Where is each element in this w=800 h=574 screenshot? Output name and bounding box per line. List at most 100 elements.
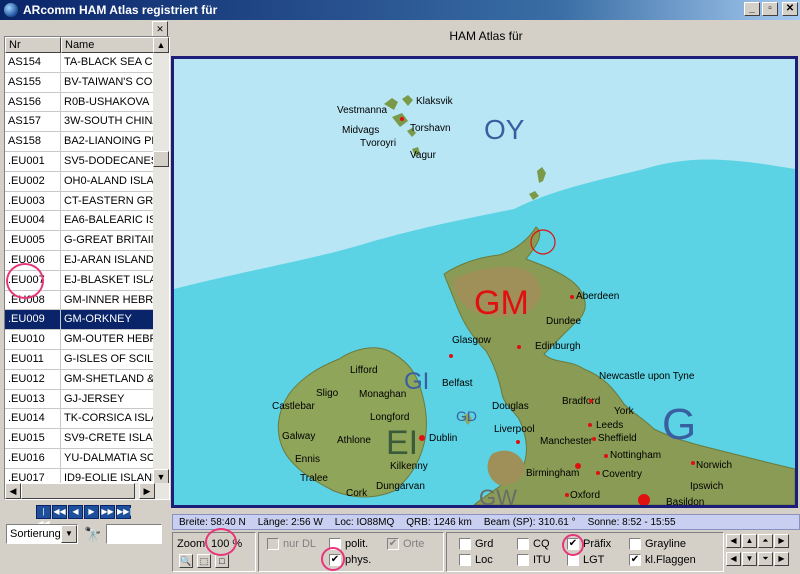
list-item-name: BV-TAIWAN'S CO	[64, 75, 153, 88]
checkbox-orte[interactable]: ✔ Orte	[387, 538, 424, 550]
map-title: HAM Atlas für	[449, 29, 523, 43]
nav-first-button[interactable]: |◀◀	[36, 505, 51, 528]
city-vagur: Vagur	[410, 150, 437, 161]
column-header-name[interactable]: Name	[61, 37, 155, 53]
pan-up-icon[interactable]: ▲	[742, 534, 757, 548]
checkbox-nur-dl[interactable]: nur DL	[267, 538, 316, 550]
city-midvags: Midvags	[342, 125, 379, 136]
checkbox-cq[interactable]: CQ	[517, 538, 550, 550]
city-bradford: Bradford	[562, 396, 600, 407]
list-item-name: G-ISLES OF SCILL	[64, 352, 155, 365]
horizontal-scrollbar[interactable]: ◀ ▶	[5, 483, 169, 499]
scroll-right-icon[interactable]: ▶	[139, 483, 155, 499]
pan-bottom-icon[interactable]: ⏷	[758, 552, 773, 566]
nav-next-button[interactable]: ▶	[84, 505, 99, 519]
horizontal-scroll-thumb[interactable]	[21, 483, 135, 499]
city-cork: Cork	[346, 488, 368, 499]
close-button[interactable]: ✕	[782, 2, 798, 16]
city-belfast: Belfast	[442, 378, 473, 389]
list-item-name: TA-BLACK SEA C	[64, 56, 153, 68]
checkbox-itu[interactable]: ITU	[517, 554, 551, 566]
checkbox-kl-flaggen[interactable]: ✔ kl.Flaggen	[629, 554, 696, 566]
list-item[interactable]: .EU016 YU-DALMATIA SC	[5, 448, 155, 469]
app-window: ARcomm HAM Atlas registriert für _ ▫ ✕ ✕…	[0, 0, 800, 574]
status-longitude: Länge: 2:56 W	[257, 516, 323, 528]
list-item[interactable]: .EU003 CT-EASTERN GRC	[5, 191, 155, 212]
list-item-name: R0B-USHAKOVA	[64, 95, 150, 108]
list-item[interactable]: .EU011 G-ISLES OF SCILL	[5, 349, 155, 370]
checkbox-lgt[interactable]: LGT	[567, 554, 604, 566]
checkbox-loc[interactable]: Loc	[459, 554, 493, 566]
vertical-scroll-thumb[interactable]	[153, 151, 169, 167]
city-douglas: Douglas	[492, 401, 529, 412]
checkbox-phys[interactable]: ✔ phys.	[329, 554, 371, 566]
zoom-rect-icon[interactable]: ⬚	[197, 554, 211, 568]
zoom-value[interactable]: 100 %	[211, 538, 242, 550]
minimize-button[interactable]: _	[744, 2, 760, 16]
list-item[interactable]: AS155 BV-TAIWAN'S CO	[5, 72, 155, 93]
city-longford: Longford	[370, 412, 409, 423]
overlay-group: Grd CQ ✔ Präfix Grayline Loc ITU LGT ✔ kl.…	[446, 532, 724, 572]
maximize-button[interactable]: ▫	[762, 2, 778, 16]
list-item[interactable]: .EU013 GJ-JERSEY	[5, 389, 155, 410]
pan-right-icon[interactable]: ▶	[774, 534, 789, 548]
zoom-magnifier-icon[interactable]: 🔍	[179, 554, 193, 568]
list-item-name: GM-SHETLAND &	[64, 372, 155, 385]
city-athlone: Athlone	[337, 435, 371, 446]
list-item[interactable]: .EU006 EJ-ARAN ISLANDS	[5, 250, 155, 271]
list-item[interactable]: AS156 R0B-USHAKOVA	[5, 92, 155, 113]
checkbox-polit[interactable]: polit.	[329, 538, 368, 550]
pan-down-icon[interactable]: ▼	[742, 552, 757, 566]
map-view[interactable]: OY GM GI EI GD G GW Vestmanna Klaksvik M…	[171, 56, 798, 508]
list-item-nr: .EU010	[5, 330, 61, 349]
list-item[interactable]: AS154 TA-BLACK SEA C	[5, 53, 155, 73]
sort-select[interactable]: Sortierung ▼	[6, 524, 78, 544]
checkbox-praefix[interactable]: ✔ Präfix	[567, 538, 611, 550]
map-canvas[interactable]: OY GM GI EI GD G GW Vestmanna Klaksvik M…	[174, 59, 795, 505]
pan-far-left-icon[interactable]: ◀	[726, 552, 741, 566]
list-item[interactable]: .EU002 OH0-ALAND ISLA	[5, 171, 155, 192]
list-item[interactable]: .EU001 SV5-DODECANES	[5, 151, 155, 172]
list-close-button[interactable]: ✕	[152, 21, 168, 37]
vertical-scrollbar[interactable]: ▲ ▼	[153, 37, 169, 485]
list-item-nr: .EU006	[5, 250, 61, 270]
pan-left-icon[interactable]: ◀	[726, 534, 741, 548]
list-item[interactable]: .EU014 TK-CORSICA ISLA	[5, 409, 155, 430]
checkbox-grayline[interactable]: Grayline	[629, 538, 686, 550]
list-item-name: SV5-DODECANES	[64, 154, 155, 167]
list-item[interactable]: .EU007 EJ-BLASKET ISLA	[5, 270, 155, 291]
search-input[interactable]	[106, 524, 162, 544]
title-bar: ARcomm HAM Atlas registriert für _ ▫ ✕	[0, 0, 800, 20]
nav-prev-button[interactable]: ◀	[68, 505, 83, 519]
list-item[interactable]: .EU015 SV9-CRETE ISLAN	[5, 429, 155, 449]
city-dundee: Dundee	[546, 316, 581, 327]
city-edinburgh: Edinburgh	[535, 341, 581, 352]
column-header-nr[interactable]: Nr	[5, 37, 61, 53]
list-item-nr: .EU002	[5, 171, 61, 191]
chevron-down-icon[interactable]: ▼	[61, 525, 77, 543]
list-item[interactable]: AS158 BA2-LIANOING PR	[5, 132, 155, 152]
list-item[interactable]: AS157 3W-SOUTH CHINA	[5, 112, 155, 133]
list-item[interactable]: .EU008 GM-INNER HEBRID	[5, 290, 155, 311]
pan-top-icon[interactable]: ⏶	[758, 534, 773, 548]
city-birmingham: Birmingham	[526, 468, 579, 479]
status-locator: Loc: IO88MQ	[334, 516, 395, 528]
binoculars-icon[interactable]: 🔭	[84, 526, 101, 543]
list-item[interactable]: .EU005 G-GREAT BRITAIN	[5, 231, 155, 251]
nav-last-button[interactable]: ▶▶|	[116, 505, 131, 519]
scroll-left-icon[interactable]: ◀	[5, 483, 21, 499]
scroll-up-icon[interactable]: ▲	[153, 37, 169, 53]
pan-far-right-icon[interactable]: ▶	[774, 552, 789, 566]
list-item[interactable]: .EU012 GM-SHETLAND &	[5, 369, 155, 390]
list-item-nr: .EU014	[5, 409, 61, 429]
list-item[interactable]: .EU010 GM-OUTER HEBRI	[5, 330, 155, 350]
list-item[interactable]: .EU004 EA6-BALEARIC IS	[5, 211, 155, 232]
nav-prev-page-button[interactable]: ◀◀	[52, 505, 67, 519]
list-item-nr: .EU015	[5, 429, 61, 448]
sort-select-value: Sortierung	[10, 528, 61, 540]
checkbox-grd[interactable]: Grd	[459, 538, 493, 550]
list-item[interactable]: .EU009 GM-ORKNEY	[5, 310, 155, 331]
nav-next-page-button[interactable]: ▶▶	[100, 505, 115, 519]
city-lifford: Lifford	[350, 365, 378, 376]
zoom-reset-icon[interactable]: □	[215, 554, 229, 568]
